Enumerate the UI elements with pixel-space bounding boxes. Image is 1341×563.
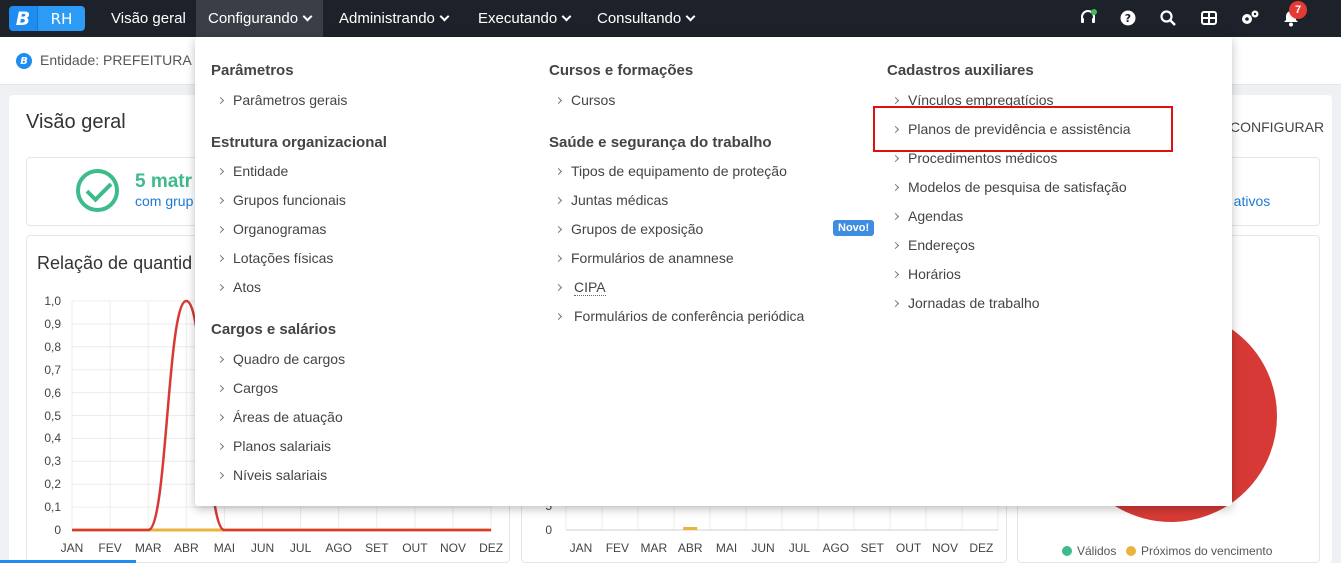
menu-item[interactable]: Juntas médicas [554,192,669,208]
legend-dot [1062,546,1072,556]
highlight-box [873,106,1173,152]
menu-item[interactable]: Endereços [891,237,975,253]
menu-item[interactable]: Níveis salariais [216,467,328,483]
menu-item[interactable]: Parâmetros gerais [216,92,348,108]
menu-item[interactable]: Horários [891,266,961,282]
legend-label: Próximos do vencimento [1141,544,1273,558]
chevron-right-icon [554,312,563,320]
menu-item[interactable]: Grupos de exposição [554,221,704,237]
chevron-right-icon [216,96,225,104]
chevron-right-icon [216,254,225,262]
new-badge: Novo! [833,220,875,236]
chevron-right-icon [554,96,563,104]
menu-item-label: Agendas [908,208,964,224]
menu-item[interactable]: Lotações físicas [216,250,334,266]
menu-item[interactable]: CIPA [554,279,606,296]
menu-item-label: Modelos de pesquisa de satisfação [908,179,1127,195]
menu-item[interactable]: Formulários de conferência periódica [554,308,805,324]
menu-item-label: Procedimentos médicos [908,150,1058,166]
menu-item[interactable]: Planos salariais [216,438,332,454]
menu-item-label: Organogramas [233,221,327,237]
chevron-right-icon [216,384,225,392]
chevron-right-icon [554,196,563,204]
menu-item-label: Planos salariais [233,438,332,454]
menu-item-label: Atos [233,279,262,295]
menu-item-label: Grupos de exposição [571,221,704,237]
chevron-right-icon [216,442,225,450]
chevron-right-icon [891,212,900,220]
menu-item[interactable]: Atos [216,279,262,295]
menu-item-label: Formulários de anamnese [571,250,734,266]
menu-item[interactable]: Tipos de equipamento de proteção [554,163,787,179]
chevron-right-icon [216,167,225,175]
menu-item-label: Níveis salariais [233,467,328,483]
chevron-right-icon [891,241,900,249]
menu-item-label: Grupos funcionais [233,192,346,208]
legend-label: Válidos [1077,544,1117,558]
menu-item-label: Tipos de equipamento de proteção [571,163,787,179]
menu-item-label: Entidade [233,163,289,179]
menu-group-title: Estrutura organizacional [211,134,387,151]
chevron-right-icon [216,471,225,479]
menu-item-label: Lotações físicas [233,250,334,266]
chevron-right-icon [554,254,563,262]
menu-item[interactable]: Formulários de anamnese [554,250,734,266]
chevron-right-icon [216,283,225,291]
menu-group-title: Saúde e segurança do trabalho [549,134,772,151]
chevron-right-icon [554,167,563,175]
menu-group-title: Cargos e salários [211,321,337,338]
chevron-right-icon [891,299,900,307]
menu-item-label: Formulários de conferência periódica [574,308,805,324]
menu-item[interactable]: Agendas [891,208,964,224]
chevron-right-icon [216,355,225,363]
menu-group-title: Cursos e formações [549,62,694,79]
menu-item[interactable]: Modelos de pesquisa de satisfação [891,179,1127,195]
chevron-right-icon [554,283,563,292]
menu-item-label: Áreas de atuação [233,409,343,425]
menu-item-label: Horários [908,266,961,282]
menu-item[interactable]: Entidade [216,163,289,179]
menu-item[interactable]: Jornadas de trabalho [891,295,1040,311]
menu-group-title: Parâmetros [211,62,294,79]
menu-item[interactable]: Procedimentos médicos [891,150,1058,166]
chevron-right-icon [216,413,225,421]
menu-item[interactable]: Grupos funcionais [216,192,346,208]
menu-item[interactable]: Cargos [216,380,279,396]
menu-item[interactable]: Áreas de atuação [216,409,343,425]
menu-item-label: Juntas médicas [571,192,669,208]
menu-item-label: Jornadas de trabalho [908,295,1040,311]
menu-group-title: Cadastros auxiliares [887,62,1034,79]
chevron-right-icon [216,196,225,204]
legend-dot [1126,546,1136,556]
legend-near-expiry: Próximos do vencimento [1126,544,1272,558]
chevron-right-icon [216,225,225,233]
menu-item-label: Cargos [233,380,279,396]
chevron-right-icon [891,270,900,278]
menu-item[interactable]: Cursos [554,92,616,108]
menu-item-label: Cursos [571,92,616,108]
menu-item[interactable]: Organogramas [216,221,327,237]
menu-item-label: Quadro de cargos [233,351,346,367]
menu-item-label: Endereços [908,237,975,253]
menu-item[interactable]: Quadro de cargos [216,351,346,367]
chevron-right-icon [554,225,563,233]
chevron-right-icon [891,96,900,104]
legend-valid: Válidos [1062,544,1116,558]
chevron-right-icon [891,154,900,162]
chevron-right-icon [891,183,900,191]
menu-item-label: Parâmetros gerais [233,92,348,108]
menu-item-label: CIPA [574,279,606,296]
